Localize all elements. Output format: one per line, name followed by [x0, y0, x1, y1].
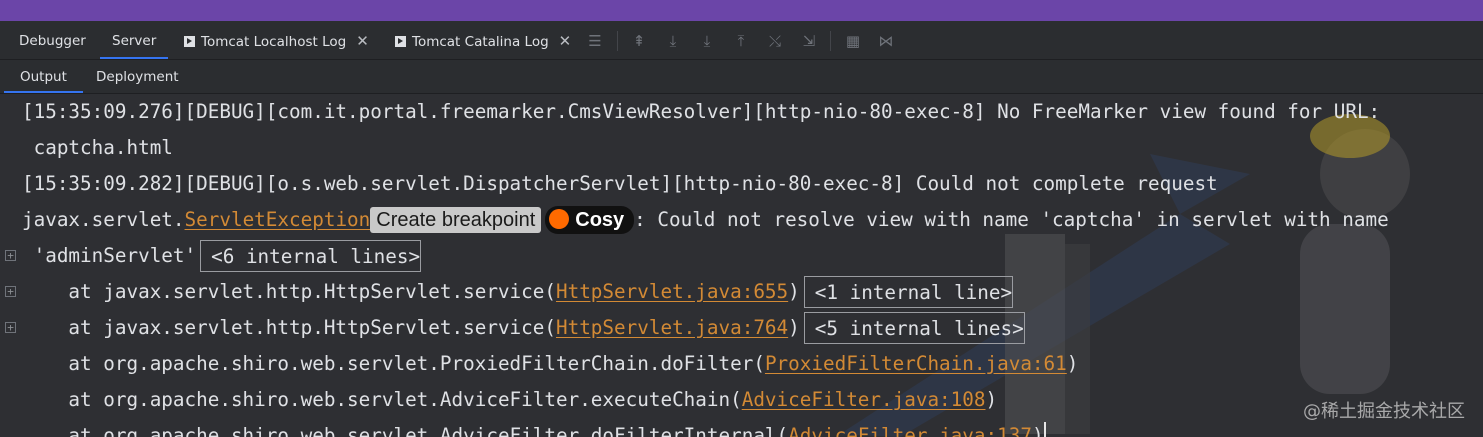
menu-icon[interactable]: ☰: [585, 31, 605, 51]
text-cursor: [1043, 422, 1046, 437]
tab-label: Tomcat Catalina Log: [412, 34, 549, 50]
close-icon[interactable]: ✕: [559, 21, 572, 61]
log-text: ): [1031, 424, 1044, 437]
source-link[interactable]: HttpServlet.java:764: [556, 316, 788, 339]
log-line: [15:35:09.282][DEBUG][o.s.web.servlet.Di…: [0, 166, 1218, 202]
layout-table-icon[interactable]: ▦: [843, 31, 863, 51]
expand-icon[interactable]: +: [5, 322, 16, 333]
stack-line: at org.apache.shiro.web.servlet.AdviceFi…: [0, 418, 1046, 437]
scroll-to-end-icon[interactable]: ⤓: [697, 31, 717, 51]
tab-debugger[interactable]: Debugger: [19, 21, 86, 59]
create-breakpoint-button[interactable]: Create breakpoint: [370, 207, 542, 233]
stack-line: + at javax.servlet.http.HttpServlet.serv…: [0, 274, 1014, 310]
log-text: ): [788, 280, 800, 303]
download-icon[interactable]: ⤓: [663, 31, 683, 51]
server-subtabs: Output Deployment: [0, 60, 1483, 94]
settings-collapse-icon[interactable]: ⋈: [876, 31, 896, 51]
log-text: ): [788, 316, 800, 339]
filter-cursor-icon[interactable]: ⇲: [799, 31, 819, 51]
tab-label: Debugger: [19, 33, 86, 49]
close-icon[interactable]: ✕: [356, 21, 369, 61]
tab-label: Tomcat Localhost Log: [201, 34, 347, 50]
tab-label: Deployment: [96, 69, 179, 85]
tab-tomcat-localhost-log[interactable]: Tomcat Localhost Log ✕: [184, 21, 369, 59]
log-text: : Could not resolve view with name 'capt…: [634, 208, 1389, 231]
log-text: [15:35:09.276][DEBUG][com.it.portal.free…: [22, 100, 1381, 123]
cosy-label: Cosy: [575, 209, 625, 231]
log-text: ): [985, 388, 998, 411]
log-text: javax.servlet.: [22, 208, 185, 231]
internal-lines-fold[interactable]: <6 internal lines>: [200, 240, 422, 272]
watermark: @稀土掘金技术社区: [1303, 401, 1465, 422]
tab-output[interactable]: Output: [4, 60, 83, 93]
stack-line: + at javax.servlet.http.HttpServlet.serv…: [0, 310, 1025, 346]
log-text: ): [1066, 352, 1079, 375]
log-line: [15:35:09.276][DEBUG][com.it.portal.free…: [0, 94, 1380, 130]
toolbar-separator: [617, 31, 618, 51]
log-text: at javax.servlet.http.HttpServlet.servic…: [22, 280, 556, 303]
log-text: at org.apache.shiro.web.servlet.AdviceFi…: [22, 388, 742, 411]
console-log-icon: [184, 36, 195, 47]
expand-icon[interactable]: +: [5, 286, 16, 297]
clear-filter-icon[interactable]: ⤯: [765, 31, 785, 51]
cosy-logo-icon: [549, 209, 570, 229]
tab-label: Output: [20, 69, 67, 85]
cosy-button[interactable]: Cosy: [545, 206, 635, 234]
stack-line: at org.apache.shiro.web.servlet.AdviceFi…: [0, 382, 997, 418]
source-link[interactable]: HttpServlet.java:655: [556, 280, 788, 303]
stack-line: + 'adminServlet' <6 internal lines>: [0, 238, 422, 274]
upload-icon[interactable]: ⤒: [731, 31, 751, 51]
tab-server[interactable]: Server: [100, 21, 168, 59]
log-text: [15:35:09.282][DEBUG][o.s.web.servlet.Di…: [22, 172, 1218, 195]
source-link[interactable]: ProxiedFilterChain.java:61: [765, 352, 1067, 375]
toolbar-separator: [830, 31, 831, 51]
source-link[interactable]: AdviceFilter.java:108: [742, 388, 986, 411]
tab-tomcat-catalina-log[interactable]: Tomcat Catalina Log ✕: [395, 21, 571, 59]
log-text: at org.apache.shiro.web.servlet.AdviceFi…: [22, 424, 789, 437]
internal-lines-fold[interactable]: <5 internal lines>: [803, 312, 1025, 344]
log-text: captcha.html: [22, 136, 173, 159]
window-title-bar: [0, 0, 1483, 21]
exception-link[interactable]: ServletException: [185, 208, 371, 231]
log-text: at javax.servlet.http.HttpServlet.servic…: [22, 316, 556, 339]
source-link[interactable]: AdviceFilter.java:137: [788, 424, 1032, 437]
log-text: 'adminServlet': [22, 244, 197, 267]
console-log-icon: [395, 36, 406, 47]
tab-label: Server: [112, 33, 157, 49]
log-line: captcha.html: [0, 130, 173, 166]
console-output[interactable]: [15:35:09.276][DEBUG][com.it.portal.free…: [0, 94, 1483, 437]
scroll-to-top-icon[interactable]: ⇞: [629, 31, 649, 51]
internal-lines-fold[interactable]: <1 internal line>: [803, 276, 1014, 308]
stack-line: at org.apache.shiro.web.servlet.ProxiedF…: [0, 346, 1078, 382]
run-tool-window-tabs: Debugger Server Tomcat Localhost Log ✕ To…: [0, 21, 1483, 60]
tab-deployment[interactable]: Deployment: [96, 60, 179, 93]
exception-line: javax.servlet.ServletException Create bre…: [0, 202, 1389, 238]
log-text: at org.apache.shiro.web.servlet.ProxiedF…: [22, 352, 765, 375]
expand-icon[interactable]: +: [5, 250, 16, 261]
